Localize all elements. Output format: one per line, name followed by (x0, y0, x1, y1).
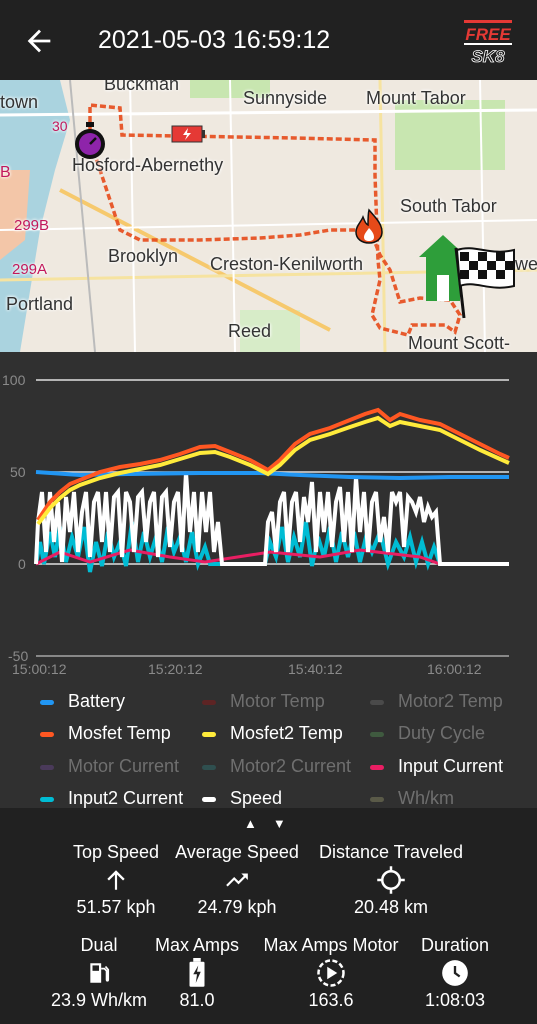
legend-mosfet-temp[interactable]: Mosfet Temp (38, 717, 171, 749)
map-label: Creston-Kenilworth (210, 254, 364, 274)
freesk8-logo: FREE SK8 (464, 20, 512, 66)
map-label: Mount Tabor (366, 88, 466, 108)
stat-max-amps: Max Amps 81.0 (146, 935, 248, 1011)
x-tick-label: 15:40:12 (288, 661, 343, 677)
stat-average-speed: Average Speed 24.79 kph (172, 842, 302, 918)
map-label: Buckman (104, 80, 180, 94)
y-tick-label: 0 (18, 556, 26, 572)
stat-label: Top Speed (72, 842, 160, 862)
legend-motor-current[interactable]: Motor Current (38, 750, 179, 782)
map-label: 30 (52, 118, 68, 134)
gps-icon (310, 863, 472, 897)
map-label: Brooklyn (108, 246, 179, 266)
stat-label: Max Amps Motor (263, 935, 399, 955)
legend-label: Motor2 Temp (398, 691, 503, 711)
legend-label: Input2 Current (68, 788, 184, 808)
stat-dual: Dual 23.9 Wh/km (40, 935, 158, 1011)
clock-icon (410, 956, 500, 990)
map-label: town (0, 92, 39, 112)
battery-charge-icon[interactable] (170, 124, 206, 144)
stat-value: 20.48 km (353, 897, 429, 917)
map-label: Sunnyside (243, 88, 328, 108)
motor-icon (252, 956, 410, 990)
series-lines (34, 407, 510, 573)
map-label: Portland (6, 294, 74, 314)
map-label: Mount Scott- (408, 333, 511, 352)
stat-label: Average Speed (175, 842, 299, 862)
checkered-flag-icon[interactable] (450, 242, 520, 320)
route-map[interactable]: Buckman Sunnyside Mount Tabor town Hosfo… (0, 80, 537, 352)
legend-label: Mosfet2 Temp (230, 723, 343, 743)
stat-label: Dual (80, 935, 118, 955)
map-label: 299A (12, 261, 48, 278)
telemetry-chart[interactable]: 100 50 0 -50 15:00:12 15:20:12 15:40:12 … (0, 352, 537, 682)
chart-legend: Battery Motor Temp Motor2 Temp Mosfet Te… (0, 682, 537, 808)
chart-plot: 100 50 0 -50 15:00:12 15:20:12 15:40:12 … (2, 372, 510, 677)
svg-text:SK8: SK8 (471, 47, 505, 66)
map-label: 299B (14, 217, 50, 234)
stat-top-speed: Top Speed 51.57 kph (60, 842, 172, 918)
stat-label: Duration (420, 935, 490, 955)
legend-label: Mosfet Temp (68, 723, 171, 743)
legend-label: Wh/km (398, 788, 454, 808)
svg-text:FREE: FREE (465, 25, 511, 44)
map-label: South Tabor (400, 196, 497, 216)
stat-duration: Duration 1:08:03 (410, 935, 500, 1011)
stat-label: Max Amps (154, 935, 240, 955)
stat-value: 163.6 (308, 990, 354, 1010)
x-tick-label: 15:00:12 (12, 661, 67, 677)
stat-value: 1:08:03 (424, 990, 486, 1010)
fire-icon[interactable] (354, 208, 384, 244)
stat-max-amps-motor: Max Amps Motor 163.6 (252, 935, 410, 1011)
stat-value: 23.9 Wh/km (50, 990, 148, 1010)
legend-label: Speed (230, 788, 283, 808)
y-tick-label: 50 (10, 464, 26, 480)
map-label: Reed (228, 321, 272, 341)
x-tick-label: 15:20:12 (148, 661, 203, 677)
app-header: 2021-05-03 16:59:12 FREE SK8 (0, 0, 537, 80)
stat-value: 51.57 kph (76, 897, 156, 917)
stat-label: Distance Traveled (318, 842, 464, 862)
expand-up-icon[interactable]: ▲ (244, 816, 257, 831)
ride-stats-panel: ▲ ▼ Top Speed 51.57 kph Average Speed 24.… (0, 808, 537, 1024)
back-arrow-icon[interactable] (22, 24, 56, 58)
map-label: B (0, 164, 11, 181)
stat-value: 81.0 (179, 990, 215, 1010)
panel-arrows: ▲ ▼ (244, 816, 302, 831)
legend-label: Motor Temp (230, 691, 325, 711)
stopwatch-icon[interactable] (72, 122, 108, 162)
legend-motor-temp[interactable]: Motor Temp (200, 685, 325, 717)
legend-duty-cycle[interactable]: Duty Cycle (368, 717, 485, 749)
legend-label: Battery (68, 691, 126, 711)
trending-up-icon (172, 863, 302, 897)
legend-motor2-temp[interactable]: Motor2 Temp (368, 685, 503, 717)
legend-label: Duty Cycle (398, 723, 486, 743)
legend-label: Input Current (398, 756, 504, 776)
legend-label: Motor Current (68, 756, 180, 776)
legend-label: Motor2 Current (230, 756, 352, 776)
legend-motor2-current[interactable]: Motor2 Current (200, 750, 351, 782)
legend-input-current[interactable]: Input Current (368, 750, 503, 782)
stat-distance: Distance Traveled 20.48 km (310, 842, 472, 918)
battery-charging-icon (146, 956, 248, 990)
legend-battery[interactable]: Battery (38, 685, 125, 717)
page-title: 2021-05-03 16:59:12 (98, 26, 331, 54)
collapse-down-icon[interactable]: ▼ (273, 816, 286, 831)
fuel-icon (40, 956, 158, 990)
stat-value: 24.79 kph (197, 897, 277, 917)
y-tick-label: 100 (2, 372, 26, 388)
arrow-up-icon (60, 863, 172, 897)
x-tick-label: 16:00:12 (427, 661, 482, 677)
legend-mosfet2-temp[interactable]: Mosfet2 Temp (200, 717, 343, 749)
